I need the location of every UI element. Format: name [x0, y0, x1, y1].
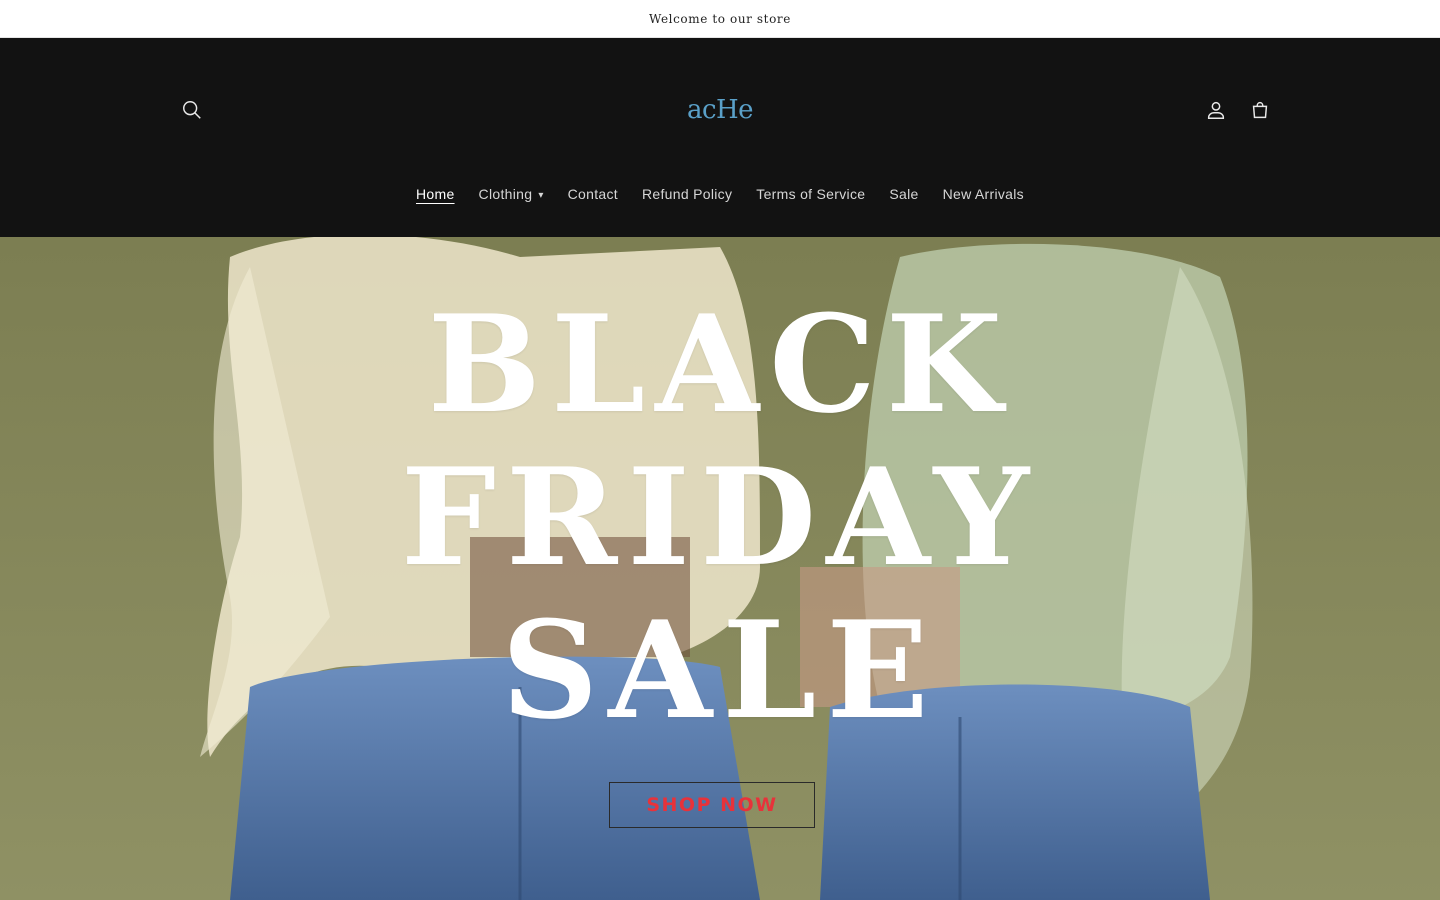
shop-now-button[interactable]: SHOP NOW [609, 782, 815, 828]
announcement-text: Welcome to our store [649, 11, 791, 26]
nav-item-new-arrivals[interactable]: New Arrivals [931, 186, 1036, 202]
nav-item-home[interactable]: Home [404, 186, 467, 202]
nav-item-sale[interactable]: Sale [877, 186, 930, 202]
nav-item-refund-policy[interactable]: Refund Policy [630, 186, 744, 202]
cart-button[interactable] [1238, 88, 1282, 132]
hero-banner: BLACK FRIDAY SALE SHOP NOW [0, 237, 1440, 900]
search-button[interactable] [170, 88, 214, 132]
cart-icon [1252, 102, 1268, 119]
nav-item-clothing[interactable]: Clothing ▾ [467, 186, 556, 202]
account-button[interactable] [1194, 88, 1238, 132]
announcement-bar: Welcome to our store [0, 0, 1440, 38]
store-logo[interactable]: acHe [660, 90, 780, 130]
account-icon [1207, 101, 1225, 119]
chevron-down-icon: ▾ [538, 189, 544, 201]
site-header: acHe Home Clothing ▾ Contact Refund Poli… [0, 38, 1440, 237]
hero-title-line-3: SALE [501, 591, 939, 749]
search-icon [183, 101, 201, 119]
nav-item-contact[interactable]: Contact [556, 186, 630, 202]
nav-item-clothing-label: Clothing [478, 186, 533, 202]
nav-item-terms-of-service[interactable]: Terms of Service [744, 186, 877, 202]
main-nav: Home Clothing ▾ Contact Refund Policy Te… [0, 174, 1440, 214]
hero-title-line-1: BLACK [427, 285, 1013, 443]
hero-title-line-2: FRIDAY [400, 438, 1040, 596]
